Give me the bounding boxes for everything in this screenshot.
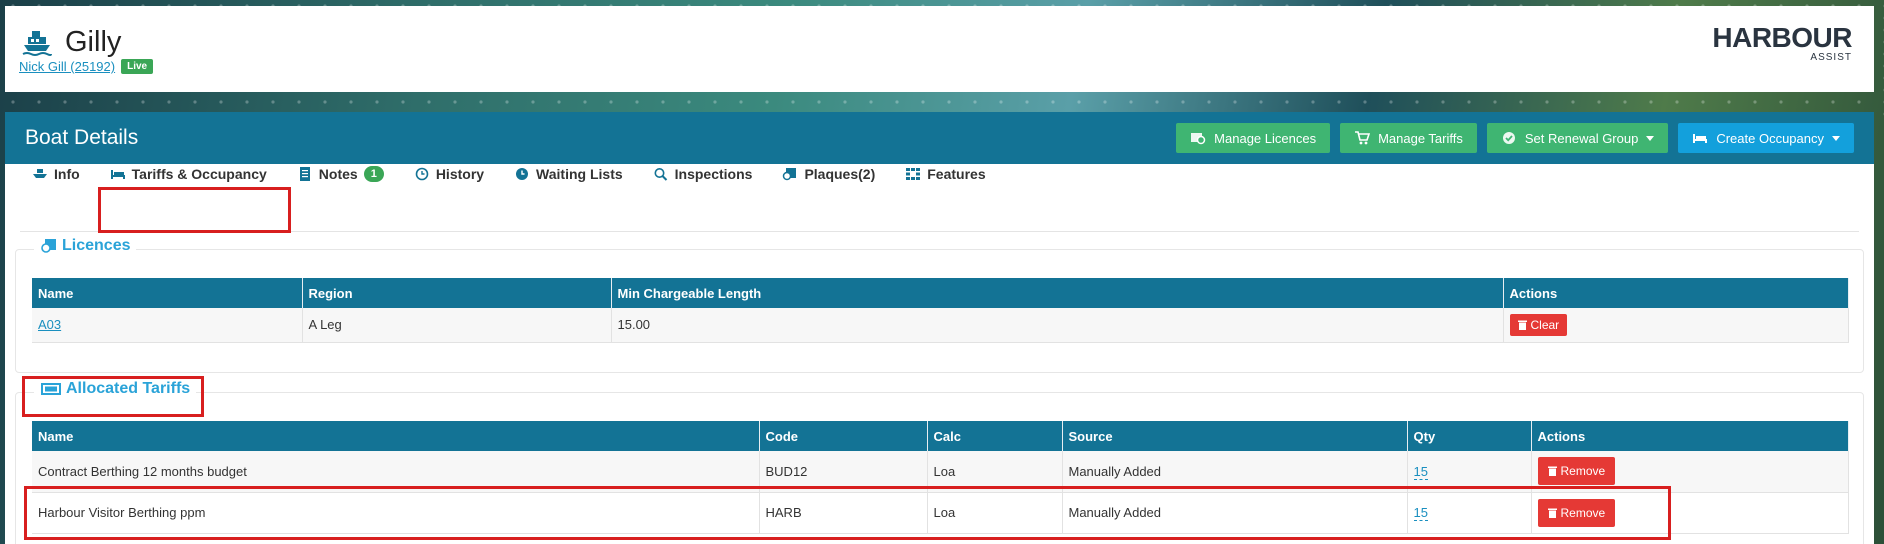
manage-tariffs-button[interactable]: Manage Tariffs bbox=[1340, 123, 1477, 153]
remove-button[interactable]: Remove bbox=[1537, 457, 1616, 486]
licence-min-length: 15.00 bbox=[611, 308, 1504, 343]
create-occupancy-label: Create Occupancy bbox=[1716, 130, 1824, 146]
remove-label: Remove bbox=[1560, 464, 1606, 479]
allocated-tariffs-section: Allocated Tariffs Name Code Calc Source … bbox=[15, 380, 1864, 544]
check-circle-icon bbox=[1502, 132, 1515, 144]
search-icon bbox=[654, 168, 667, 181]
boat-name: Gilly bbox=[65, 26, 122, 58]
column-header: Actions bbox=[1503, 278, 1849, 308]
boat-icon bbox=[33, 169, 47, 178]
money-icon bbox=[41, 383, 61, 395]
remove-label: Remove bbox=[1560, 505, 1606, 520]
tab-label: Plaques(2) bbox=[804, 166, 876, 182]
manage-licences-button[interactable]: Manage Licences bbox=[1176, 123, 1331, 153]
licences-legend-label: Licences bbox=[62, 237, 131, 254]
licence-region: A Leg bbox=[302, 308, 612, 343]
clear-label: Clear bbox=[1530, 317, 1560, 332]
allocated-tariffs-legend: Allocated Tariffs bbox=[34, 380, 197, 398]
column-header: Qty bbox=[1407, 421, 1532, 451]
set-renewal-group-label: Set Renewal Group bbox=[1524, 130, 1639, 146]
tab-label: Waiting Lists bbox=[536, 166, 623, 182]
notes-count-badge: 1 bbox=[363, 166, 384, 182]
tab-info[interactable]: Info bbox=[17, 154, 95, 194]
manage-tariffs-label: Manage Tariffs bbox=[1378, 130, 1463, 146]
allocated-tariffs-legend-label: Allocated Tariffs bbox=[66, 380, 191, 397]
brand-name: HARBOUR bbox=[1712, 22, 1852, 53]
manage-licences-label: Manage Licences bbox=[1214, 130, 1317, 146]
tab-waiting-lists[interactable]: Waiting Lists bbox=[499, 154, 638, 194]
tab-label: Inspections bbox=[674, 166, 753, 182]
allocated-tariffs-table: Name Code Calc Source Qty Actions Contra… bbox=[32, 421, 1849, 534]
tab-plaques[interactable]: Plaques(2) bbox=[767, 154, 890, 194]
tariff-name: Contract Berthing 12 months budget bbox=[32, 451, 760, 493]
column-header: Actions bbox=[1531, 421, 1849, 451]
tariff-source: Manually Added bbox=[1062, 451, 1408, 493]
tab-notes[interactable]: Notes 1 bbox=[282, 154, 399, 194]
chevron-down-icon bbox=[1646, 135, 1655, 141]
table-row: Harbour Visitor Berthing ppm HARB Loa Ma… bbox=[32, 492, 1849, 534]
tariff-calc: Loa bbox=[927, 492, 1063, 534]
plaque-icon bbox=[783, 168, 797, 181]
table-row: A03 A Leg 15.00 Clear bbox=[32, 308, 1849, 343]
trash-icon bbox=[1547, 508, 1557, 518]
tab-tariffs-occupancy[interactable]: Tariffs & Occupancy bbox=[95, 154, 282, 194]
licences-section: Licences Name Region Min Chargeable Leng… bbox=[15, 237, 1864, 373]
table-row: Contract Berthing 12 months budget BUD12… bbox=[32, 451, 1849, 493]
tab-history[interactable]: History bbox=[399, 154, 499, 194]
tariff-code: BUD12 bbox=[759, 451, 928, 493]
tab-label: Features bbox=[927, 166, 986, 182]
column-header: Source bbox=[1062, 421, 1408, 451]
boat-header-card: Gilly Nick Gill (25192) Live HARBOUR ASS… bbox=[5, 6, 1874, 92]
remove-button[interactable]: Remove bbox=[1537, 498, 1616, 527]
boat-tabs: Info Tariffs & Occupancy Notes 1 History… bbox=[17, 154, 1001, 194]
column-header: Name bbox=[32, 421, 760, 451]
brand-subtitle: ASSIST bbox=[1810, 52, 1852, 63]
tab-label: Info bbox=[54, 166, 80, 182]
column-header: Region bbox=[302, 278, 612, 308]
tariff-qty-link[interactable]: 15 bbox=[1413, 463, 1428, 480]
column-header: Code bbox=[759, 421, 928, 451]
status-badge: Live bbox=[121, 59, 154, 74]
tab-label: Tariffs & Occupancy bbox=[131, 166, 267, 182]
boat-details-panel: Boat Details Manage Licences Manage Tari… bbox=[5, 112, 1874, 544]
document-icon bbox=[299, 167, 310, 181]
boat-icon bbox=[22, 30, 52, 56]
tab-label: Notes bbox=[318, 166, 358, 182]
licence-icon bbox=[41, 239, 56, 253]
licence-name-link[interactable]: A03 bbox=[38, 317, 61, 332]
licence-icon bbox=[1191, 133, 1206, 145]
tariff-qty-link[interactable]: 15 bbox=[1413, 505, 1428, 521]
tariff-calc: Loa bbox=[927, 451, 1063, 493]
chevron-down-icon bbox=[1832, 135, 1840, 141]
panel-title: Boat Details bbox=[25, 126, 139, 149]
trash-icon bbox=[1517, 320, 1527, 330]
licences-legend: Licences bbox=[34, 237, 137, 255]
set-renewal-group-button[interactable]: Set Renewal Group bbox=[1486, 123, 1669, 153]
bed-icon bbox=[110, 170, 125, 179]
bed-icon bbox=[1693, 134, 1708, 143]
history-icon bbox=[415, 167, 429, 181]
column-header: Calc bbox=[927, 421, 1063, 451]
trash-icon bbox=[1547, 466, 1557, 477]
tab-label: History bbox=[435, 166, 485, 182]
create-occupancy-button[interactable]: Create Occupancy bbox=[1678, 123, 1854, 153]
licences-table: Name Region Min Chargeable Length Action… bbox=[32, 278, 1849, 343]
column-header: Name bbox=[32, 278, 303, 308]
tab-inspections[interactable]: Inspections bbox=[638, 154, 768, 194]
clear-button[interactable]: Clear bbox=[1509, 313, 1568, 336]
column-header: Min Chargeable Length bbox=[611, 278, 1504, 308]
cart-icon bbox=[1355, 131, 1371, 145]
tabs-divider bbox=[20, 231, 1859, 232]
tab-features[interactable]: Features bbox=[890, 154, 1000, 194]
tariff-code: HARB bbox=[759, 492, 928, 534]
brand-logo: HARBOUR ASSIST bbox=[1712, 22, 1852, 64]
tariff-source: Manually Added bbox=[1062, 492, 1408, 534]
clock-icon bbox=[516, 168, 529, 180]
grid-icon bbox=[906, 168, 921, 180]
tariff-name: Harbour Visitor Berthing ppm bbox=[32, 492, 760, 534]
owner-link[interactable]: Nick Gill (25192) bbox=[19, 59, 115, 74]
